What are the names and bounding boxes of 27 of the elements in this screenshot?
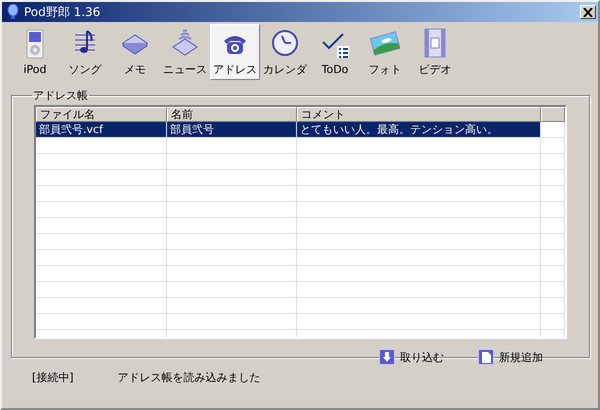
import-button[interactable]: 取り込む (379, 349, 444, 365)
toolbar-button[interactable]: カレンダ (260, 24, 310, 80)
table-cell: 部員弐号 (167, 122, 297, 137)
document-icon (478, 349, 494, 365)
close-button[interactable] (580, 5, 596, 19)
connection-status: [接続中] (32, 370, 74, 385)
add-new-button[interactable]: 新規追加 (478, 349, 543, 365)
toolbar-button[interactable]: フォト (360, 24, 410, 80)
app-icon (6, 4, 20, 20)
column-header[interactable]: 名前 (167, 107, 297, 122)
toolbar-button[interactable]: メモ (110, 24, 160, 80)
clock-icon (269, 27, 301, 59)
column-header[interactable]: コメント (297, 107, 541, 122)
window-title: Pod野郎 1.36 (24, 4, 102, 20)
status-message: アドレス帳を読み込みました (118, 370, 261, 385)
toolbar-button[interactable]: アドレス (210, 24, 260, 80)
table-cell: 部員弐号.vcf (36, 122, 167, 137)
panel-title: アドレス帳 (32, 88, 89, 103)
toolbar-button[interactable]: ソング (60, 24, 110, 80)
close-icon (583, 8, 593, 16)
toolbar-button[interactable]: ToDo (310, 24, 360, 80)
toolbar-button[interactable]: iPod (10, 24, 60, 80)
toolbar-button[interactable]: ビデオ (410, 24, 460, 80)
toolbar-button[interactable]: ニュース (160, 24, 210, 80)
table-cell: とてもいい人。最高。テンション高い。 (297, 122, 541, 137)
table-row[interactable]: 部員弐号.vcf 部員弐号 とてもいい人。最高。テンション高い。 (36, 122, 541, 137)
column-header[interactable]: ファイル名 (36, 107, 167, 122)
